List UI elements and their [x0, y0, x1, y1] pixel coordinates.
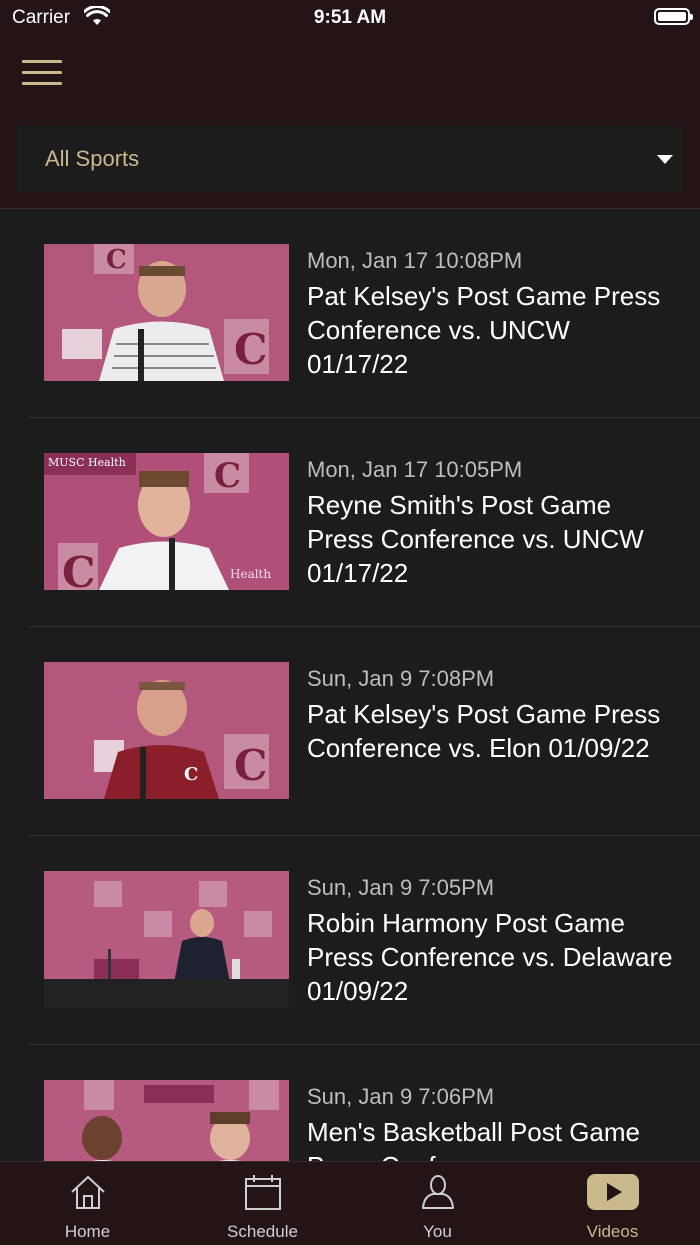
sport-filter-dropdown[interactable]: All Sports [17, 126, 683, 192]
video-date: Mon, Jan 17 10:05PM [307, 457, 523, 482]
svg-text:C: C [214, 456, 241, 496]
tab-bar: Home Schedule You Videos [0, 1161, 700, 1244]
tab-you[interactable]: You [350, 1162, 525, 1245]
tab-videos[interactable]: Videos [525, 1162, 700, 1245]
video-list-item[interactable]: C C Mon, Jan 17 10:08PM Pat Kelsey's Pos… [0, 209, 700, 418]
home-icon [70, 1176, 105, 1209]
person-icon [421, 1175, 454, 1209]
video-thumbnail: C C [44, 244, 289, 381]
svg-text:C: C [234, 741, 267, 790]
video-thumbnail: C C [44, 662, 289, 799]
header: All Sports [0, 36, 700, 208]
video-title: Reyne Smith's Post Game Press Conference… [307, 490, 644, 588]
tab-home[interactable]: Home [0, 1162, 175, 1245]
calendar-icon [244, 1175, 281, 1210]
tab-label: You [423, 1222, 452, 1241]
video-title: Robin Harmony Post Game Press Conference… [307, 908, 673, 1006]
video-date: Sun, Jan 9 7:05PM [307, 875, 495, 900]
video-list-item[interactable]: C C Sun, Jan 9 7:08PM Pat Kelsey's Post … [0, 627, 700, 836]
svg-text:C: C [184, 764, 198, 785]
video-date: Mon, Jan 17 10:08PM [307, 248, 523, 273]
video-list[interactable]: C C Mon, Jan 17 10:08PM Pat Kelsey's Pos… [0, 209, 700, 1161]
video-date: Sun, Jan 9 7:06PM [307, 1084, 495, 1109]
video-title: Pat Kelsey's Post Game Press Conference … [307, 281, 661, 379]
tab-label: Home [64, 1222, 111, 1241]
tab-schedule[interactable]: Schedule [175, 1162, 350, 1245]
clock: 9:51 AM [313, 7, 387, 28]
svg-text:C: C [234, 325, 267, 374]
svg-text:C: C [62, 548, 95, 590]
hamburger-menu-icon[interactable] [22, 60, 62, 86]
battery-icon [654, 8, 693, 25]
video-date: Sun, Jan 9 7:08PM [307, 666, 495, 691]
sport-filter-value: All Sports [45, 146, 140, 171]
video-thumbnail [44, 1080, 289, 1161]
video-thumbnail: MUSC Health C C Health [44, 453, 289, 590]
video-list-item[interactable]: Sun, Jan 9 7:06PM Men's Basketball Post … [0, 1045, 700, 1161]
video-list-item[interactable]: MUSC Health C C Health Mon, Jan 17 10:05… [0, 418, 700, 627]
chevron-down-icon [657, 155, 673, 164]
video-thumbnail [44, 871, 289, 1008]
video-title: Pat Kelsey's Post Game Press Conference … [307, 699, 661, 763]
svg-text:MUSC Health: MUSC Health [48, 456, 126, 469]
video-list-item[interactable]: Sun, Jan 9 7:05PM Robin Harmony Post Gam… [0, 836, 700, 1045]
svg-text:Health: Health [230, 567, 271, 581]
tab-label: Videos [586, 1222, 639, 1241]
play-icon [586, 1174, 639, 1210]
svg-text:C: C [106, 245, 127, 275]
status-bar: Carrier 9:51 AM [0, 0, 700, 36]
video-title: Men's Basketball Post Game Press Confere… [307, 1117, 640, 1161]
tab-label: Schedule [227, 1222, 298, 1241]
